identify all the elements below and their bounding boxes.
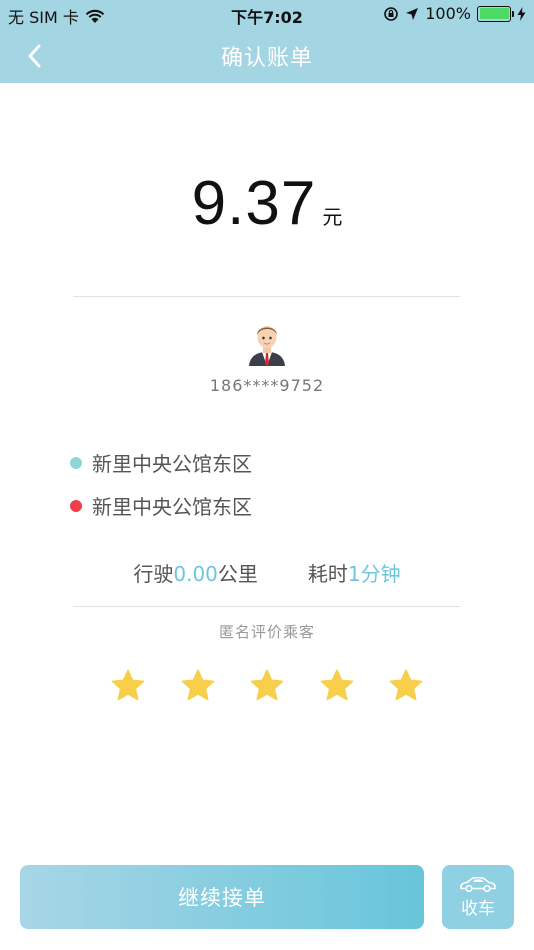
park-car-button[interactable]: 收车 — [442, 865, 514, 929]
star-icon[interactable] — [319, 668, 355, 704]
star-icon[interactable] — [388, 668, 424, 704]
distance-value: 0.00 — [173, 562, 218, 586]
start-address: 新里中央公馆东区 — [92, 452, 252, 476]
location-arrow-icon — [406, 7, 419, 20]
amount-value: 9.37 — [191, 169, 317, 238]
end-dot-icon — [70, 499, 82, 512]
route-end: 新里中央公馆东区 — [70, 491, 252, 520]
bill-amount: 9.37 元 — [0, 168, 534, 239]
star-icon[interactable] — [110, 668, 146, 704]
passenger-avatar-icon — [249, 326, 285, 366]
battery-icon — [477, 5, 514, 22]
orientation-lock-icon — [384, 6, 399, 21]
divider — [73, 606, 460, 607]
rating-label: 匿名评价乘客 — [218, 623, 315, 641]
star-rating — [110, 668, 424, 704]
amount-unit: 元 — [322, 205, 343, 229]
star-icon[interactable] — [180, 668, 216, 704]
star-icon[interactable] — [249, 668, 285, 704]
car-icon — [460, 876, 496, 892]
distance-stat: 行驶0.00公里 — [133, 558, 258, 587]
park-car-label: 收车 — [461, 898, 495, 919]
passenger-phone: 186****9752 — [209, 376, 325, 395]
trip-stats: 行驶0.00公里 耗时1分钟 — [0, 558, 534, 587]
battery-percent: 100% — [425, 4, 471, 23]
duration-prefix: 耗时 — [307, 562, 348, 586]
duration-stat: 耗时1分钟 — [308, 558, 401, 587]
charging-bolt-icon — [517, 6, 526, 21]
distance-unit: 公里 — [217, 562, 258, 586]
page-title: 确认账单 — [220, 46, 313, 71]
end-address: 新里中央公馆东区 — [92, 495, 252, 519]
status-right: 100% — [383, 4, 526, 23]
distance-prefix: 行驶 — [133, 562, 174, 586]
duration-value: 1分钟 — [347, 562, 401, 586]
start-dot-icon — [70, 456, 82, 469]
continue-orders-button[interactable]: 继续接单 — [20, 865, 424, 929]
route-start: 新里中央公馆东区 — [70, 448, 252, 477]
nav-bar: 确认账单 — [0, 28, 534, 83]
status-bar: 无 SIM 卡 下午7:02 100% — [0, 0, 534, 28]
divider — [73, 296, 460, 297]
